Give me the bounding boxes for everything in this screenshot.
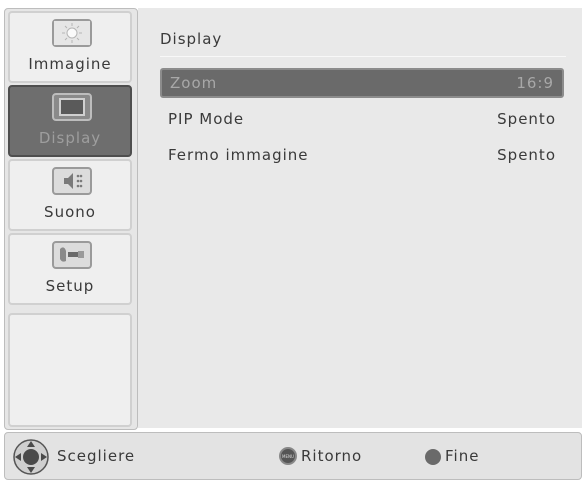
sidebar-item-label: Display — [38, 129, 102, 147]
sidebar-item-immagine[interactable]: Immagine — [8, 11, 132, 83]
exit-hint: Fine — [445, 447, 480, 465]
sidebar-item-label: Setup — [45, 277, 95, 295]
title-divider — [160, 56, 566, 57]
row-value: Spento — [497, 146, 556, 164]
select-hint: Scegliere — [57, 447, 136, 465]
osd-menu: Immagine Display Suono Setup Display Zoo… — [0, 0, 586, 484]
page-title: Display — [160, 30, 223, 48]
sidebar-item-label: Suono — [44, 203, 96, 221]
menu-row-fermo-immagine[interactable]: Fermo immagine Spento — [160, 140, 564, 170]
picture-sun-icon — [52, 19, 92, 47]
footer-hint-bar: Scegliere MENU Ritorno Fine — [4, 432, 582, 480]
row-label: Fermo immagine — [168, 146, 309, 164]
sidebar-item-display[interactable]: Display — [8, 85, 132, 157]
row-value: 16:9 — [516, 74, 554, 92]
return-hint: Ritorno — [301, 447, 363, 465]
speaker-icon — [52, 167, 92, 195]
sidebar-item-label: Immagine — [28, 55, 112, 73]
exit-button-icon — [425, 449, 441, 465]
menu-key-icon: MENU — [279, 447, 297, 465]
sidebar-item-suono[interactable]: Suono — [8, 159, 132, 231]
sidebar-empty-slot — [8, 313, 132, 427]
monitor-icon — [52, 93, 92, 121]
navigation-pad-icon — [13, 439, 49, 475]
menu-row-zoom[interactable]: Zoom 16:9 — [160, 68, 564, 98]
row-label: PIP Mode — [168, 110, 245, 128]
row-label: Zoom — [170, 74, 218, 92]
sidebar-item-setup[interactable]: Setup — [8, 233, 132, 305]
menu-row-pip-mode[interactable]: PIP Mode Spento — [160, 104, 564, 134]
menu-key-label: MENU — [282, 454, 294, 459]
sidebar: Immagine Display Suono Setup — [4, 8, 138, 430]
row-value: Spento — [497, 110, 556, 128]
main-panel: Display Zoom 16:9 PIP Mode Spento Fermo … — [138, 8, 582, 428]
setup-tools-icon — [52, 241, 92, 269]
